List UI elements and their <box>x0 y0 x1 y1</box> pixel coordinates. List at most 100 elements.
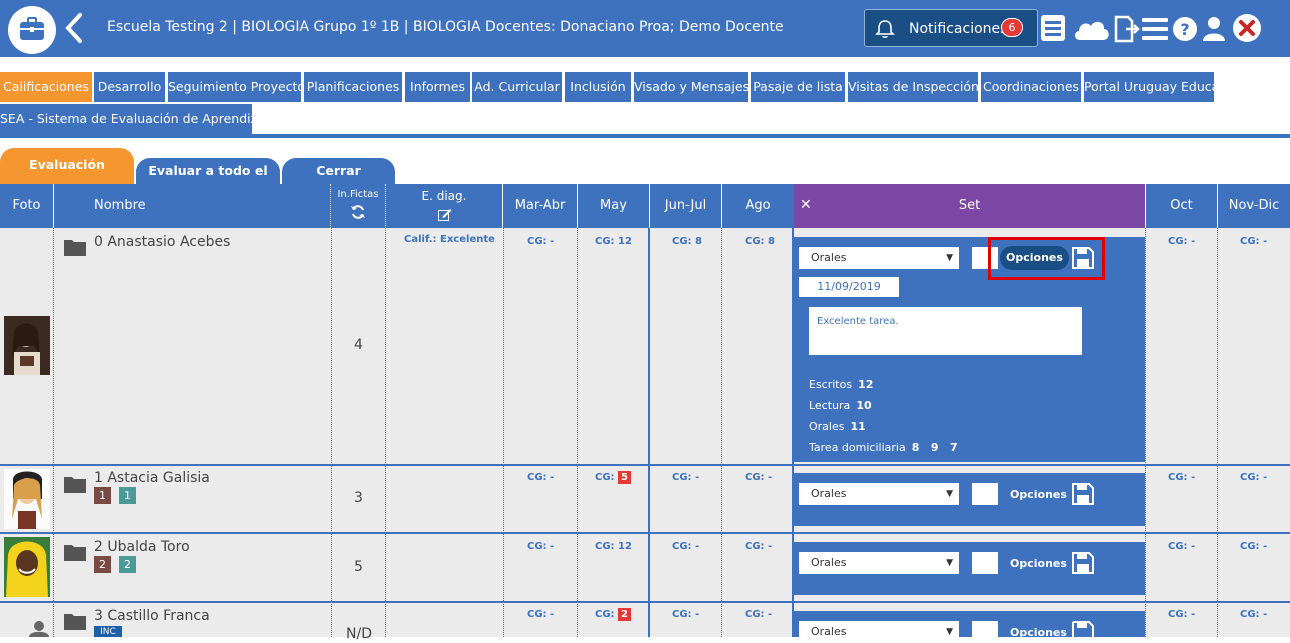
col-nombre[interactable]: Nombre <box>54 184 331 228</box>
opciones-button[interactable]: Opciones <box>1010 626 1067 639</box>
grade-oct[interactable]: CG: - <box>1168 472 1195 483</box>
student-name[interactable]: 2 Ubalda Toro <box>94 539 190 555</box>
grade-nov-dic[interactable]: CG: - <box>1240 609 1267 620</box>
tab-coordinaciones[interactable]: Coordinaciones <box>981 72 1081 102</box>
subtab-evaluacion-individual[interactable]: Evaluación individual <box>0 148 134 206</box>
opciones-button[interactable]: Opciones <box>1010 557 1067 570</box>
notifications-button[interactable]: Notificaciones 6 <box>864 9 1038 47</box>
tab-informes[interactable]: Informes <box>405 72 470 102</box>
grade-oct[interactable]: CG: - <box>1168 609 1195 620</box>
date-field[interactable]: 11/09/2019 <box>799 277 899 297</box>
inc-badge[interactable]: INC <box>94 626 122 637</box>
student-name[interactable]: 0 Anastasio Acebes <box>94 234 230 250</box>
save-icon[interactable] <box>1072 552 1094 574</box>
help-icon[interactable]: ? <box>1173 17 1197 41</box>
list-icon[interactable] <box>1040 13 1066 43</box>
grade-may[interactable]: CG: 12 <box>595 236 632 247</box>
grade-jun-jul[interactable]: CG: - <box>672 472 699 483</box>
back-icon[interactable] <box>62 12 86 44</box>
col-ago: Ago <box>745 198 771 213</box>
folder-icon[interactable] <box>64 238 86 256</box>
note-badge[interactable]: 2 <box>119 556 136 573</box>
inasistencias-count: 5 <box>354 559 363 575</box>
tab-inclusion[interactable]: Inclusión <box>565 72 631 102</box>
grade-input[interactable] <box>972 621 998 643</box>
grade-type-select[interactable]: Orales ▼ <box>799 483 959 505</box>
grade-may[interactable]: CG: 12 <box>595 541 632 552</box>
grade-mar-abr[interactable]: CG: - <box>527 609 554 620</box>
user-icon[interactable] <box>1203 16 1225 42</box>
grade-ago[interactable]: CG: - <box>745 472 772 483</box>
edit-icon[interactable] <box>438 208 452 221</box>
tab-seguimiento-proyecto[interactable]: Seguimiento Proyecto <box>168 72 305 102</box>
subtab-cerrar-promedios[interactable]: Cerrar promedios <box>282 158 395 204</box>
top-header: Escuela Testing 2 | BIOLOGIA Grupo 1º 1B… <box>0 0 1290 57</box>
grade-oct[interactable]: CG: - <box>1168 236 1195 247</box>
grade-nov-dic[interactable]: CG: - <box>1240 236 1267 247</box>
comment-field[interactable]: Excelente tarea. <box>809 307 1082 355</box>
grade-type-select[interactable]: Orales ▼ <box>799 247 959 269</box>
tab-pasaje-lista[interactable]: Pasaje de lista <box>751 72 845 102</box>
grade-mar-abr[interactable]: CG: - <box>527 236 554 247</box>
grade-oct[interactable]: CG: - <box>1168 541 1195 552</box>
grade-ago[interactable]: CG: - <box>745 609 772 620</box>
student-name[interactable]: 1 Astacia Galisia <box>94 470 210 486</box>
grid-line <box>385 228 386 637</box>
tab-visitas-inspeccion[interactable]: Visitas de Inspección <box>848 72 979 102</box>
save-icon[interactable] <box>1072 621 1094 637</box>
tab-sea[interactable]: SEA - Sistema de Evaluación de Aprendiza… <box>0 104 276 134</box>
inasistencias-count: N/D <box>346 626 372 642</box>
grade-input[interactable] <box>972 552 998 574</box>
refresh-icon[interactable] <box>350 204 366 220</box>
student-photo[interactable] <box>4 316 50 375</box>
subtab-evaluar-grupo[interactable]: Evaluar a todo el grupo <box>136 158 280 204</box>
grade-nov-dic[interactable]: CG: - <box>1240 541 1267 552</box>
tab-ad-curricular[interactable]: Ad. Curricular <box>472 72 562 102</box>
cloud-icon[interactable] <box>1071 16 1111 42</box>
grade-may[interactable]: CG: 5 <box>595 471 631 484</box>
folder-icon[interactable] <box>64 475 86 493</box>
grade-jun-jul[interactable]: CG: - <box>672 609 699 620</box>
export-icon[interactable] <box>1112 15 1140 43</box>
student-photo[interactable] <box>4 469 50 529</box>
opciones-button[interactable]: Opciones <box>1010 488 1067 501</box>
grade-input[interactable] <box>972 483 998 505</box>
grade-mar-abr[interactable]: CG: - <box>527 541 554 552</box>
tab-calificaciones[interactable]: Calificaciones <box>0 72 92 102</box>
stat-escritos: Escritos 12 <box>809 378 874 391</box>
tab-portal-uruguay-educa[interactable]: Portal Uruguay Educa <box>1084 72 1219 102</box>
app-logo[interactable] <box>8 6 56 54</box>
grade-may[interactable]: CG: 2 <box>595 608 631 621</box>
warning-badge[interactable]: 2 <box>94 556 111 573</box>
grade-jun-jul[interactable]: CG: - <box>672 541 699 552</box>
warning-badge[interactable]: 1 <box>94 487 111 504</box>
tab-visado-mensajes[interactable]: Visado y Mensajes <box>634 72 749 102</box>
grade-type-select[interactable]: Orales ▼ <box>799 552 959 574</box>
student-name[interactable]: 3 Castillo Franca <box>94 608 210 624</box>
grade-type-select[interactable]: Orales ▼ <box>799 621 959 643</box>
tab-desarrollo[interactable]: Desarrollo <box>94 72 165 102</box>
default-avatar-icon[interactable] <box>16 620 62 637</box>
tab-planificaciones[interactable]: Planificaciones <box>304 72 402 102</box>
page-title: Escuela Testing 2 | BIOLOGIA Grupo 1º 1B… <box>107 19 784 35</box>
ediag-value[interactable]: Calif.: Excelente <box>404 234 495 245</box>
grade-ago[interactable]: CG: - <box>745 541 772 552</box>
student-photo[interactable] <box>4 537 50 597</box>
chevron-down-icon: ▼ <box>946 489 953 499</box>
col-oct: Oct <box>1145 184 1218 228</box>
close-icon[interactable] <box>1232 13 1262 43</box>
menu-icon[interactable] <box>1142 17 1168 41</box>
grade-jun-jul[interactable]: CG: 8 <box>672 236 702 247</box>
folder-icon[interactable] <box>64 543 86 561</box>
folder-icon[interactable] <box>64 612 86 630</box>
grade-ago[interactable]: CG: 8 <box>745 236 775 247</box>
grid-line <box>1145 228 1146 637</box>
row-divider <box>0 464 1290 466</box>
grade-mar-abr[interactable]: CG: - <box>527 472 554 483</box>
col-ediag[interactable]: E. diag. <box>386 184 503 228</box>
save-icon[interactable] <box>1072 483 1094 505</box>
grade-nov-dic[interactable]: CG: - <box>1240 472 1267 483</box>
inasistencias-count: 4 <box>354 337 363 353</box>
col-infictas[interactable]: In.Fictas <box>331 184 386 228</box>
note-badge[interactable]: 1 <box>119 487 136 504</box>
